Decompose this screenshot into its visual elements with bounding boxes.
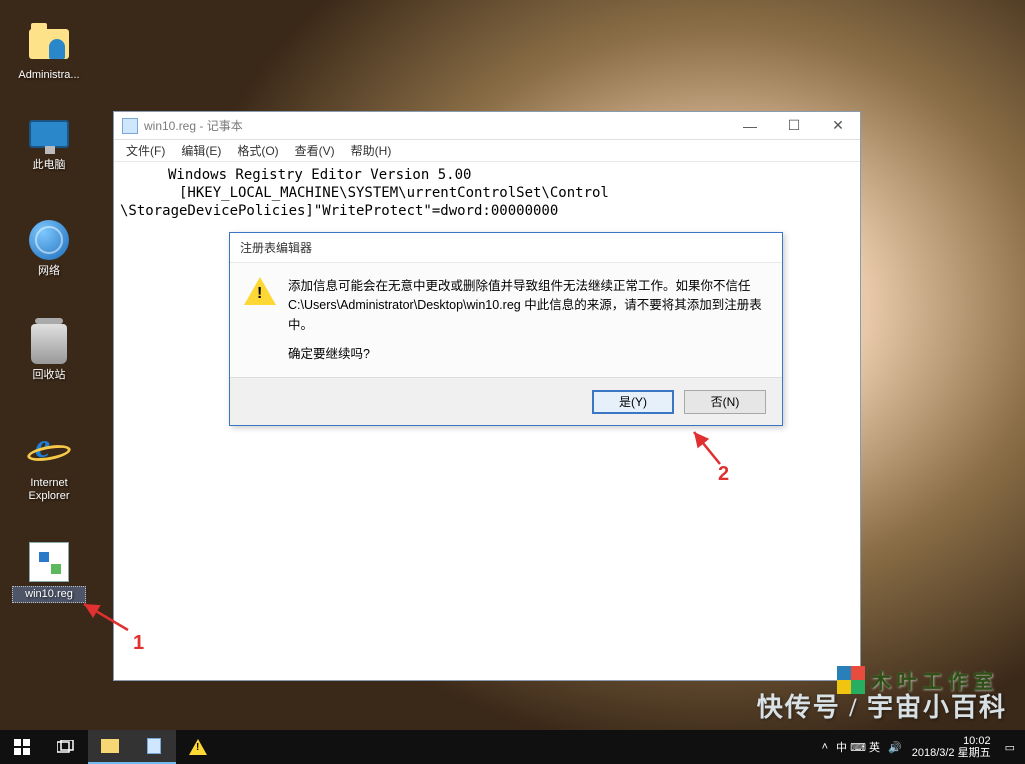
dialog-text: 添加信息可能会在无意中更改或删除值并导致组件无法继续正常工作。如果你不信任 C:… (288, 277, 768, 377)
taskbar[interactable]: ! ˄ 中 ⌨ 英 🔊 10:02 2018/3/2 星期五 ▭ (0, 730, 1025, 764)
notepad-menubar: 文件(F) 编辑(E) 格式(O) 查看(V) 帮助(H) (114, 140, 860, 162)
desktop-icon-label: 回收站 (12, 368, 86, 383)
notepad-icon (122, 118, 138, 134)
volume-icon[interactable]: 🔊 (888, 741, 902, 754)
windows-icon (14, 739, 30, 755)
ie-icon (29, 432, 69, 472)
desktop-icon-recycle-bin[interactable]: 回收站 (12, 322, 86, 383)
folder-person-icon (29, 29, 69, 59)
dialog-message-confirm: 确定要继续吗? (288, 345, 768, 364)
menu-help[interactable]: 帮助(H) (343, 140, 400, 161)
desktop-icon-label: Internet Explorer (12, 476, 86, 504)
action-center-icon[interactable]: ▭ (1001, 741, 1019, 754)
registry-dialog[interactable]: 注册表编辑器 添加信息可能会在无意中更改或删除值并导致组件无法继续正常工作。如果… (229, 232, 783, 426)
menu-view[interactable]: 查看(V) (287, 140, 343, 161)
system-tray[interactable]: ˄ 中 ⌨ 英 🔊 10:02 2018/3/2 星期五 ▭ (822, 730, 1025, 764)
shield-warning-icon: ! (189, 739, 207, 755)
menu-format[interactable]: 格式(O) (229, 140, 286, 161)
dialog-title: 注册表编辑器 (230, 233, 782, 263)
globe-icon (29, 220, 69, 260)
recycle-bin-icon (31, 324, 67, 364)
language-indicator[interactable]: 中 ⌨ 英 (832, 737, 884, 757)
dialog-footer: 是(Y) 否(N) (230, 377, 782, 425)
desktop-icon-label: win10.reg (12, 586, 86, 603)
desktop-icon-administrator[interactable]: Administra... (12, 22, 86, 83)
desktop-icon-win10-reg[interactable]: win10.reg (12, 540, 86, 603)
tray-chevron-up-icon[interactable]: ˄ (822, 741, 828, 753)
editor-line: \StorageDevicePolicies]"WriteProtect"=dw… (120, 202, 854, 220)
annotation-number-2: 2 (718, 463, 729, 486)
dialog-body: 添加信息可能会在无意中更改或删除值并导致组件无法继续正常工作。如果你不信任 C:… (230, 263, 782, 377)
desktop-icon-label: 此电脑 (12, 158, 86, 173)
task-view-icon (57, 740, 75, 754)
taskbar-app-shield[interactable]: ! (176, 730, 220, 764)
desktop-icon-label: 网络 (12, 264, 86, 279)
notepad-titlebar[interactable]: win10.reg - 记事本 — ☐ ✕ (114, 112, 860, 140)
maximize-button[interactable]: ☐ (772, 112, 816, 140)
taskbar-app-explorer[interactable] (88, 730, 132, 764)
desktop-icon-ie[interactable]: Internet Explorer (12, 430, 86, 504)
annotation-arrow-1 (80, 602, 130, 635)
taskbar-clock[interactable]: 10:02 2018/3/2 星期五 (906, 733, 997, 761)
close-button[interactable]: ✕ (816, 112, 860, 140)
menu-edit[interactable]: 编辑(E) (173, 140, 229, 161)
notepad-title: win10.reg - 记事本 (144, 117, 243, 134)
reg-file-icon (29, 542, 69, 582)
annotation-number-1: 1 (133, 632, 144, 655)
no-button[interactable]: 否(N) (684, 390, 766, 414)
clock-date: 2018/3/2 星期五 (912, 747, 991, 759)
folder-icon (101, 739, 119, 753)
desktop-icon-label: Administra... (12, 68, 86, 83)
task-view-button[interactable] (44, 730, 88, 764)
dialog-message-main: 添加信息可能会在无意中更改或删除值并导致组件无法继续正常工作。如果你不信任 C:… (288, 277, 768, 335)
minimize-button[interactable]: — (728, 112, 772, 140)
desktop-icon-network[interactable]: 网络 (12, 218, 86, 279)
clock-time: 10:02 (912, 735, 991, 747)
warning-icon (244, 277, 276, 377)
monitor-icon (29, 120, 69, 148)
watermark-text: 快传号 / 宇宙小百科 (757, 687, 1007, 724)
start-button[interactable] (0, 730, 44, 764)
editor-line: [HKEY_LOCAL_MACHINE\SYSTEM\urrentControl… (120, 184, 854, 202)
editor-line: Windows Registry Editor Version 5.00 (120, 166, 854, 184)
desktop-icon-this-pc[interactable]: 此电脑 (12, 112, 86, 173)
taskbar-app-notepad[interactable] (132, 730, 176, 764)
menu-file[interactable]: 文件(F) (118, 140, 173, 161)
yes-button[interactable]: 是(Y) (592, 390, 674, 414)
notepad-taskbar-icon (147, 738, 161, 754)
